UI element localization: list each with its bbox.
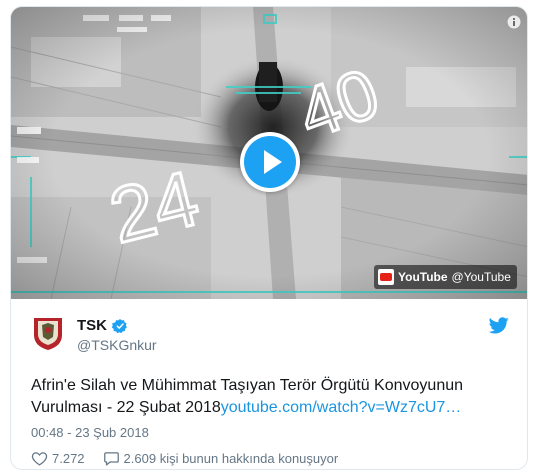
like-action[interactable]: 7.272 xyxy=(31,450,85,467)
tweet-timestamp[interactable]: 00:48 - 23 Şub 2018 xyxy=(31,425,149,440)
tweet-embed-card: 24 40 xyxy=(10,6,528,470)
like-count: 7.272 xyxy=(52,451,85,466)
provider-name: YouTube xyxy=(398,270,448,284)
tweet-text: Afrin'e Silah ve Mühimmat Taşıyan Terör … xyxy=(31,375,491,419)
video-thumbnail[interactable]: 24 40 xyxy=(11,7,527,299)
provider-handle: @YouTube xyxy=(451,270,511,284)
tweet-link[interactable]: youtube.com/watch?v=Wz7cU7… xyxy=(221,399,462,416)
display-name-row[interactable]: TSK xyxy=(77,317,128,334)
avatar[interactable] xyxy=(31,315,65,351)
heart-icon xyxy=(31,452,48,466)
verified-badge-icon xyxy=(112,318,127,333)
play-button-circle xyxy=(244,136,296,188)
twitter-bird-icon[interactable] xyxy=(489,317,509,334)
speech-bubble-icon xyxy=(103,452,119,466)
tweet-actions: 7.272 2.609 kişi bunun hakkında konuşuyo… xyxy=(31,450,356,467)
play-button[interactable] xyxy=(240,132,300,192)
display-name: TSK xyxy=(77,317,107,334)
user-handle[interactable]: @TSKGnkur xyxy=(77,337,157,353)
play-icon xyxy=(264,150,282,174)
youtube-logo-icon xyxy=(378,269,394,285)
info-icon[interactable] xyxy=(507,15,521,29)
provider-badge[interactable]: YouTube @YouTube xyxy=(374,265,517,289)
conversation-action[interactable]: 2.609 kişi bunun hakkında konuşuyor xyxy=(103,450,339,467)
conversation-count: 2.609 kişi bunun hakkında konuşuyor xyxy=(123,451,339,466)
